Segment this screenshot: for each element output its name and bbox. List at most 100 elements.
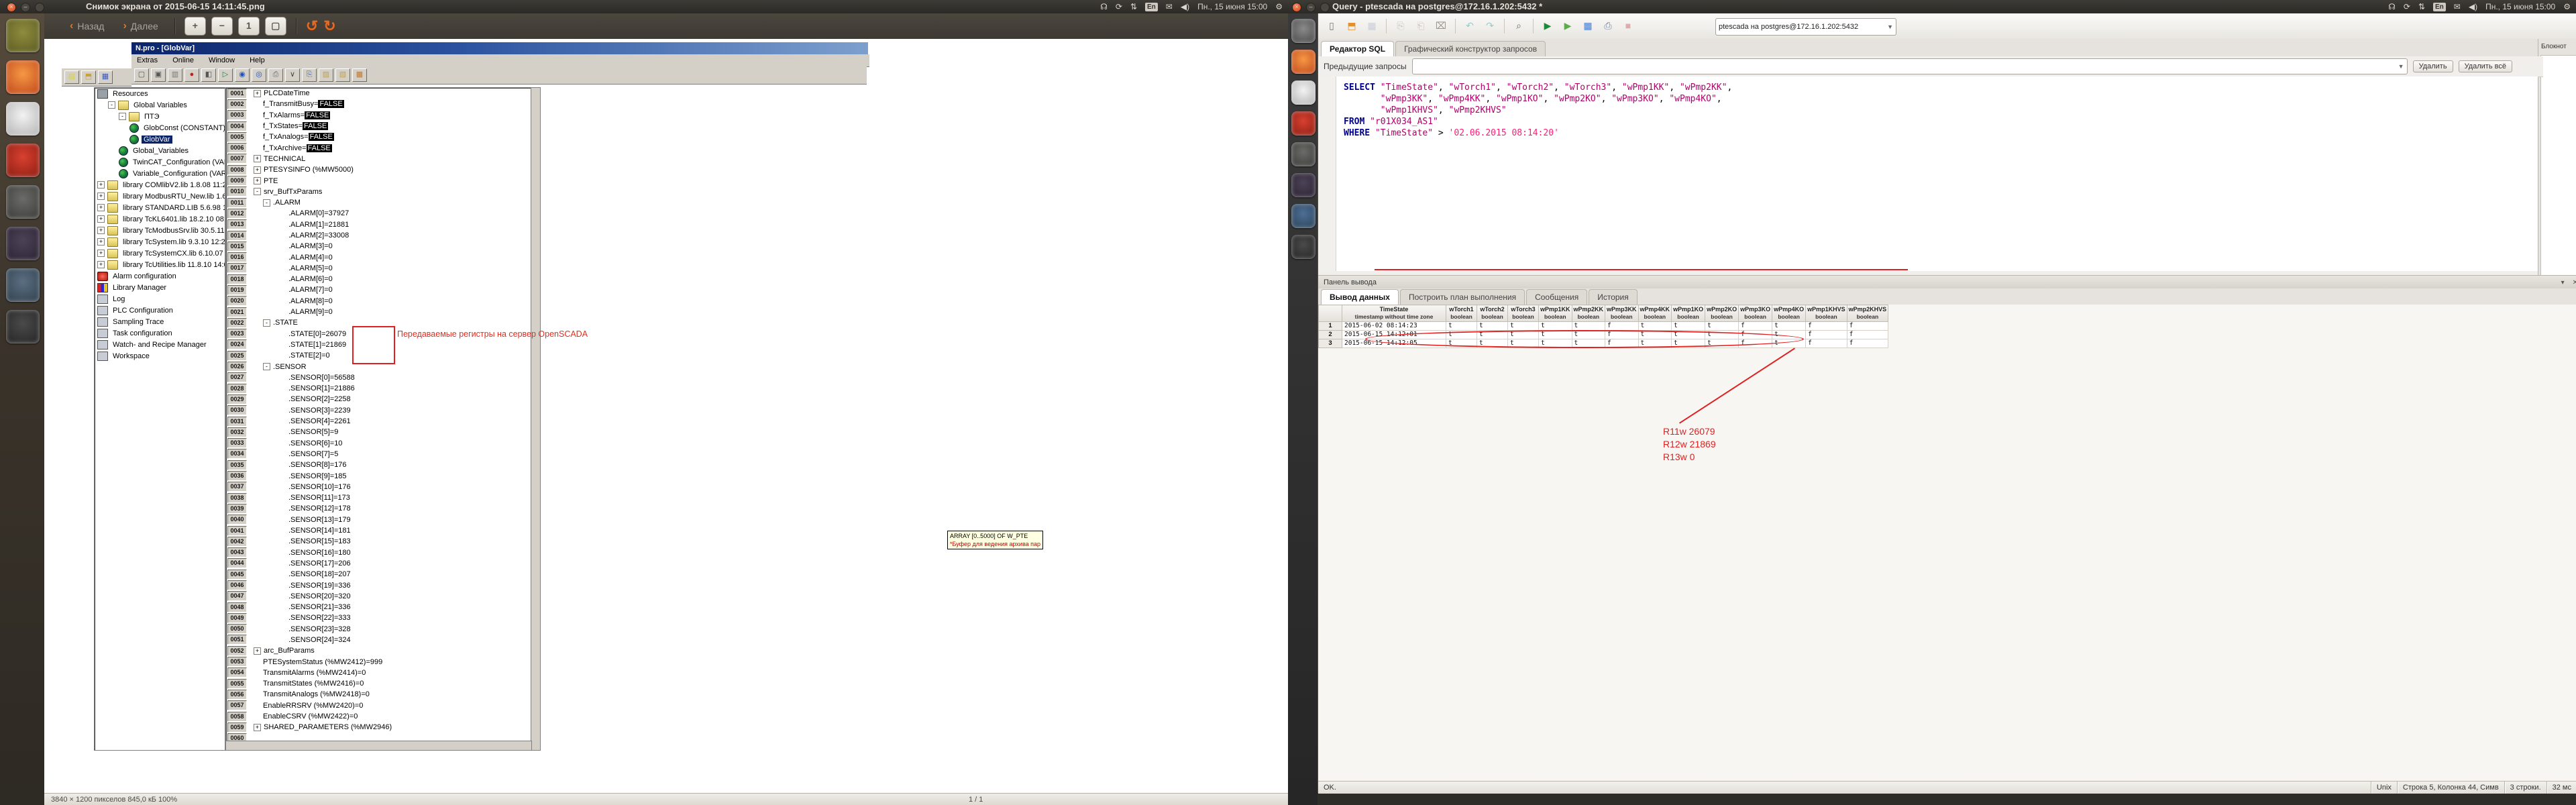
variable-row[interactable]: 0005f_TxAnalogs = FALSE	[226, 131, 531, 142]
expand-icon[interactable]: +	[97, 215, 105, 223]
maximize-button[interactable]	[35, 3, 44, 12]
tree-item[interactable]: Task configuration	[95, 327, 225, 339]
filezilla-launcher-icon[interactable]	[6, 144, 40, 177]
tree-item[interactable]: Alarm configuration	[95, 270, 225, 282]
grid-corner-cell[interactable]	[1319, 305, 1342, 322]
mail-icon[interactable]: ✉	[1166, 2, 1173, 11]
variable-row[interactable]: 0012.ALARM[0] = 37927	[226, 208, 531, 219]
tree-item[interactable]: +library COMlibV2.lib 1.8.08 11:22:48: g…	[95, 179, 225, 191]
watch-icon[interactable]: ∨	[285, 68, 300, 82]
data-cell[interactable]: t	[1572, 322, 1605, 331]
zoom-fit-button[interactable]: ▢	[265, 17, 286, 36]
variable-row[interactable]: 0028.SENSOR[1] = 21886	[226, 383, 531, 394]
files-launcher-icon[interactable]	[6, 19, 40, 52]
previous-queries-combo[interactable]: ▼	[1412, 58, 2408, 74]
logout-icon[interactable]: ◎	[252, 68, 266, 82]
expand-icon[interactable]: +	[254, 647, 261, 655]
text-editor-launcher-icon[interactable]	[1291, 235, 1316, 259]
variable-row[interactable]: 0057EnableRRSRV (%MW2420) = 0	[226, 700, 531, 711]
variable-row[interactable]: 0017.ALARM[5] = 0	[226, 263, 531, 274]
paste-icon[interactable]: ⎗	[1413, 18, 1429, 34]
folder-icon[interactable]: ▨	[319, 68, 333, 82]
tree-item[interactable]: +library TcSystemCX.lib 6.10.07 10:36:54…	[95, 248, 225, 259]
variable-row[interactable]: 0004f_TxStates = FALSE	[226, 121, 531, 131]
variable-row[interactable]: 0018.ALARM[6] = 0	[226, 274, 531, 284]
variable-row[interactable]: 0043.SENSOR[16] = 180	[226, 547, 531, 557]
tree-item[interactable]: Workspace	[95, 350, 225, 362]
expand-icon[interactable]: +	[254, 724, 261, 731]
output-tab-История[interactable]: История	[1589, 289, 1638, 305]
data-cell[interactable]: t	[1508, 322, 1539, 331]
expand-icon[interactable]: +	[97, 250, 105, 257]
keyboard-layout-indicator[interactable]: En	[1145, 3, 1158, 11]
maximize-button[interactable]	[1320, 3, 1330, 12]
updown-arrows-icon[interactable]: ⇅	[1130, 2, 1137, 11]
close-icon[interactable]: ✕	[2569, 279, 2576, 286]
variable-row[interactable]: 0015.ALARM[3] = 0	[226, 241, 531, 252]
maximize-icon[interactable]: ▣	[151, 68, 166, 82]
mail-icon[interactable]: ✉	[2454, 2, 2461, 11]
zoom-out-button[interactable]: −	[211, 17, 233, 36]
variable-row[interactable]: 0047.SENSOR[20] = 320	[226, 591, 531, 602]
chrome-launcher-icon[interactable]	[1291, 80, 1316, 105]
forward-button[interactable]: › Далее	[116, 18, 164, 34]
menu-item-extras[interactable]: Extras	[137, 56, 158, 64]
delete-query-button[interactable]: Удалить	[2413, 60, 2453, 72]
column-header-wPmp3KK[interactable]: wPmp3KKboolean	[1605, 305, 1639, 322]
tree-item[interactable]: -ПТЭ	[95, 111, 225, 122]
connection-combo[interactable]: ptescada на postgres@172.16.1.202:5432 ▼	[1715, 18, 1896, 36]
column-header-wPmp1KO[interactable]: wPmp1KOboolean	[1672, 305, 1705, 322]
chrome-launcher-icon[interactable]	[6, 102, 40, 136]
data-cell[interactable]: t	[1446, 322, 1477, 331]
minimize-button[interactable]: –	[1306, 3, 1316, 12]
network-icon[interactable]: ☊	[2388, 2, 2396, 11]
variable-row[interactable]: 0048.SENSOR[21] = 336	[226, 602, 531, 612]
rotate-left-button[interactable]: ↺	[306, 17, 318, 35]
variables-hscrollbar[interactable]	[225, 741, 532, 751]
variable-row[interactable]: 0033.SENSOR[6] = 10	[226, 438, 531, 449]
back-button[interactable]: ‹ Назад	[63, 18, 111, 34]
tree-item[interactable]: Log	[95, 293, 225, 305]
variable-row[interactable]: 0053PTESystemStatus (%MW2412) = 999	[226, 656, 531, 667]
save-icon[interactable]: ▦	[98, 70, 113, 84]
collapse-icon[interactable]: -	[108, 101, 115, 109]
find-icon[interactable]: ⌕	[1511, 18, 1527, 34]
expand-icon[interactable]: +	[97, 238, 105, 246]
tree-item[interactable]: Library Manager	[95, 282, 225, 293]
variable-row[interactable]: 0030.SENSOR[3] = 2239	[226, 405, 531, 416]
column-header-wPmp1KHVS[interactable]: wPmp1KHVSboolean	[1806, 305, 1847, 322]
variable-row[interactable]: 0007+TECHNICAL	[226, 154, 531, 164]
variable-row[interactable]: 0052+arc_BufParams	[226, 645, 531, 656]
text-editor-launcher-icon[interactable]	[6, 310, 40, 343]
step-icon[interactable]: ◧	[201, 68, 216, 82]
expand-icon[interactable]: +	[254, 166, 261, 174]
data-cell[interactable]: t	[1638, 322, 1672, 331]
project-icon[interactable]: ▥	[168, 68, 182, 82]
variable-row[interactable]: 0054TransmitAlarms (%MW2414) = 0	[226, 667, 531, 678]
save-icon[interactable]: ▦	[1364, 18, 1380, 34]
open-folder-icon[interactable]: ⬒	[81, 70, 96, 84]
expand-icon[interactable]: +	[97, 193, 105, 200]
variable-row[interactable]: 0031.SENSOR[4] = 2261	[226, 416, 531, 427]
column-header-wTorch1[interactable]: wTorch1boolean	[1446, 305, 1477, 322]
volume-icon[interactable]: ◀)	[2469, 2, 2477, 11]
tree-item[interactable]: +library ModbusRTU_New.lib 1.6.09 10:08:…	[95, 191, 225, 202]
variable-row[interactable]: 0045.SENSOR[18] = 207	[226, 569, 531, 580]
keyboard-layout-indicator[interactable]: En	[2433, 3, 2446, 11]
column-header-TimeState[interactable]: TimeStatetimestamp without time zone	[1342, 305, 1446, 322]
variable-row[interactable]: 0021.ALARM[9] = 0	[226, 307, 531, 317]
execute-pgscript-icon[interactable]: ▶	[1560, 18, 1576, 34]
data-cell[interactable]: f	[1847, 331, 1888, 339]
save-history-icon[interactable]: ⎙	[1600, 18, 1616, 34]
collapse-icon[interactable]: -	[263, 363, 270, 370]
collapse-icon[interactable]: -	[263, 319, 270, 327]
sync-icon[interactable]: ⟳	[1116, 2, 1122, 11]
tree-item[interactable]: +library TcKL6401.lib 18.2.10 08:24:48: …	[95, 213, 225, 225]
variable-row[interactable]: 0035.SENSOR[8] = 176	[226, 460, 531, 470]
column-header-wPmp3KO[interactable]: wPmp3KOboolean	[1739, 305, 1772, 322]
column-header-wTorch3[interactable]: wTorch3boolean	[1508, 305, 1539, 322]
tree-item[interactable]: Watch- and Recipe Manager	[95, 339, 225, 350]
variable-row[interactable]: 0034.SENSOR[7] = 5	[226, 449, 531, 460]
tree-item[interactable]: +library STANDARD.LIB 5.6.98 11:03:02: g…	[95, 202, 225, 213]
new-file-icon[interactable]: ▤	[64, 70, 79, 84]
